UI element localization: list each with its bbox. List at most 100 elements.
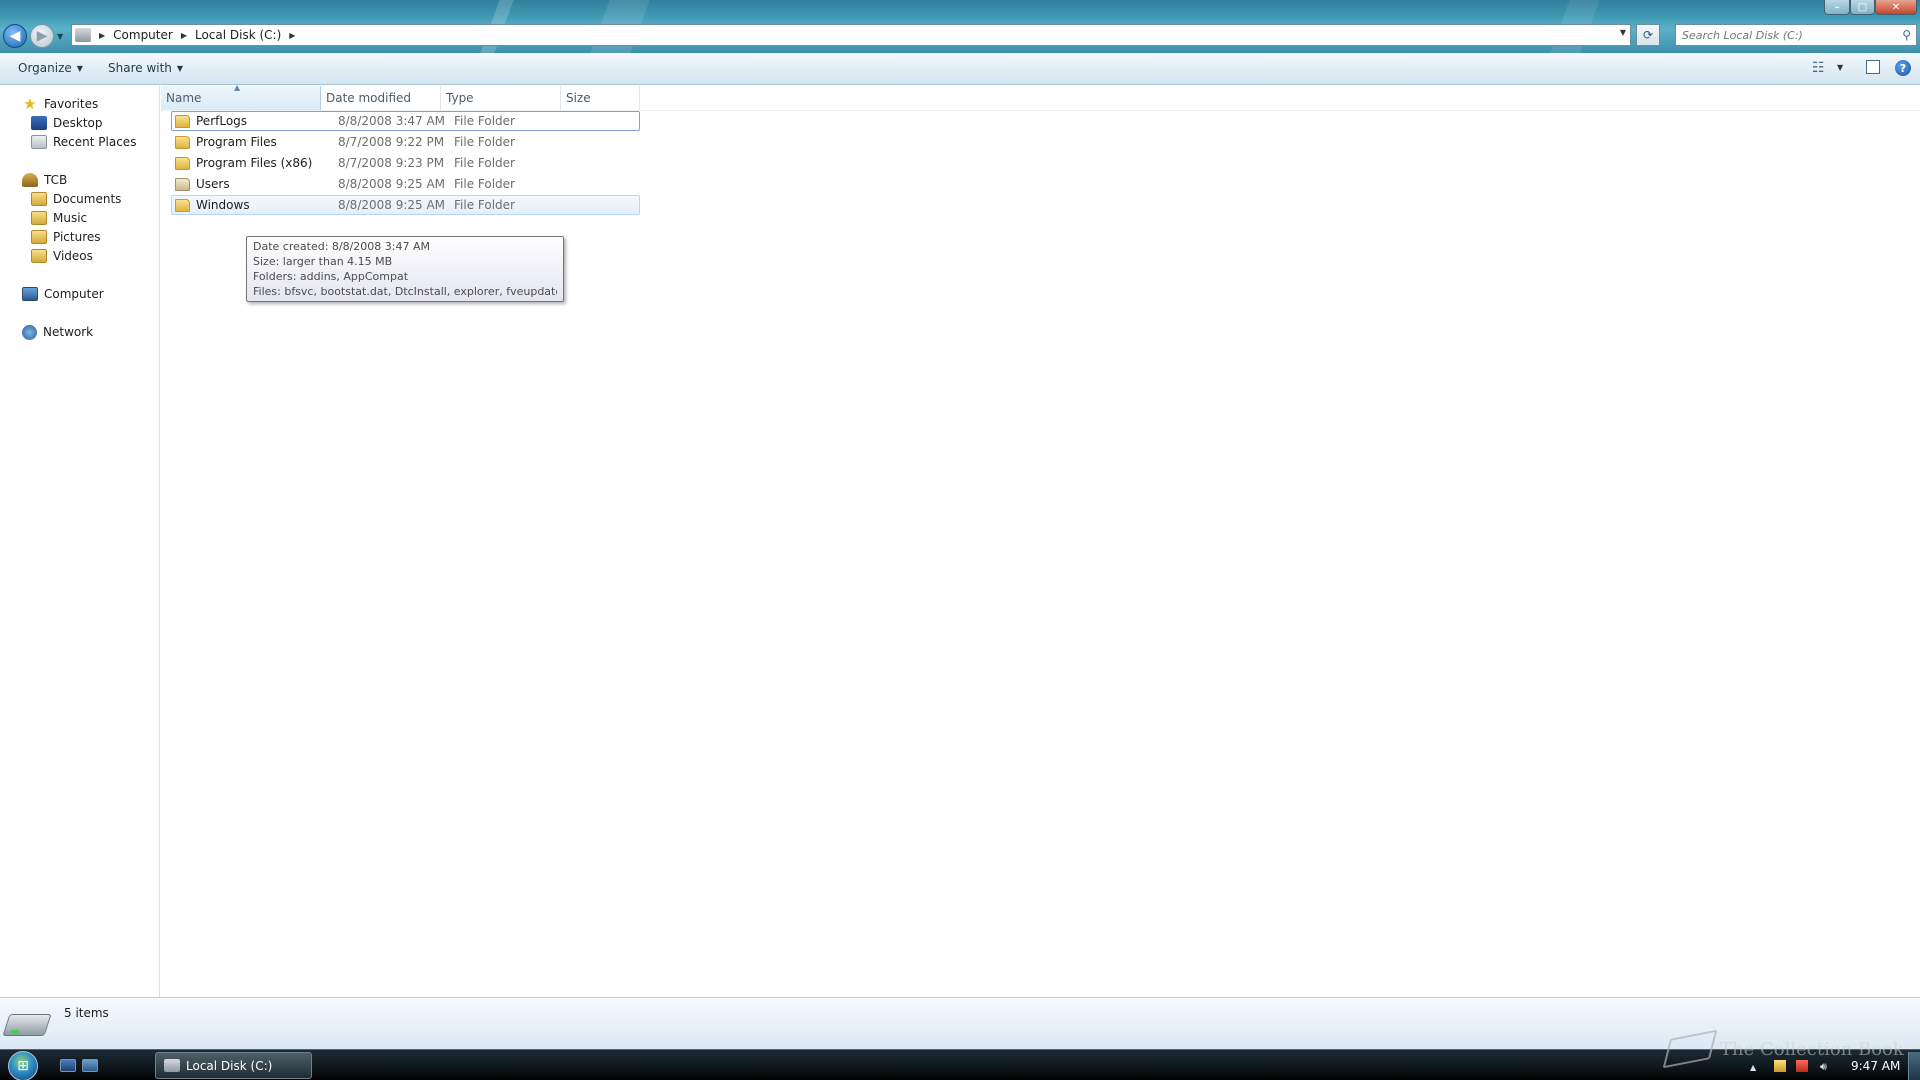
column-header-name[interactable]: ▲ Name bbox=[161, 83, 321, 110]
breadcrumb-chevron-icon[interactable]: ▶ bbox=[99, 31, 105, 40]
drive-icon bbox=[75, 28, 91, 42]
nav-pictures[interactable]: Pictures bbox=[31, 228, 101, 246]
back-button[interactable]: ◀ bbox=[3, 24, 27, 48]
refresh-button[interactable]: ⟳ bbox=[1636, 24, 1660, 46]
nav-network-label: Network bbox=[43, 325, 94, 339]
folder-icon bbox=[175, 114, 190, 128]
item-count: 5 items bbox=[64, 1006, 109, 1020]
drive-icon bbox=[164, 1059, 180, 1072]
file-name: Program Files (x86) bbox=[196, 156, 313, 170]
recent-pages-dropdown[interactable]: ▼ bbox=[57, 32, 63, 41]
tooltip-size: Size: larger than 4.15 MB bbox=[253, 255, 393, 268]
details-pane: 5 items bbox=[0, 997, 1920, 1049]
file-type: File Folder bbox=[454, 156, 515, 170]
nav-recent-places-label: Recent Places bbox=[53, 135, 137, 149]
folder-icon bbox=[175, 135, 190, 149]
file-row-program-files[interactable]: Program Files 8/7/2008 9:22 PM File Fold… bbox=[171, 132, 640, 152]
forward-arrow-icon: ▶ bbox=[36, 28, 48, 44]
users-folder-icon bbox=[175, 177, 190, 191]
computer-icon bbox=[22, 287, 38, 301]
views-dropdown-icon[interactable]: ▼ bbox=[1837, 63, 1843, 72]
forward-button[interactable]: ▶ bbox=[30, 24, 54, 48]
breadcrumb-chevron-icon[interactable]: ▶ bbox=[181, 31, 187, 40]
file-row-program-files-x86[interactable]: Program Files (x86) 8/7/2008 9:23 PM Fil… bbox=[171, 153, 640, 173]
organize-button[interactable]: Organize ▼ bbox=[18, 61, 83, 75]
file-list: ▲ Name Date modified Type Size PerfLogs … bbox=[161, 83, 1920, 997]
nav-user-tcb[interactable]: TCB bbox=[22, 171, 67, 189]
start-button[interactable]: ⊞ bbox=[8, 1051, 38, 1080]
nav-computer[interactable]: Computer bbox=[22, 285, 104, 303]
nav-favorites-label: Favorites bbox=[44, 97, 99, 111]
maximize-button[interactable]: □ bbox=[1850, 0, 1875, 15]
nav-desktop[interactable]: Desktop bbox=[31, 114, 103, 132]
command-bar: Organize ▼ Share with ▼ ☷ ▼ ? bbox=[0, 53, 1920, 85]
navigation-pane: ★ Favorites Desktop Recent Places TCB Do… bbox=[0, 86, 160, 997]
nav-videos-label: Videos bbox=[53, 249, 93, 263]
column-header-size[interactable]: Size bbox=[561, 86, 640, 110]
nav-documents[interactable]: Documents bbox=[31, 190, 121, 208]
file-name: Users bbox=[196, 177, 230, 191]
nav-documents-label: Documents bbox=[53, 192, 122, 206]
documents-icon bbox=[31, 192, 47, 206]
file-date-modified: 8/7/2008 9:23 PM bbox=[338, 156, 445, 170]
file-type: File Folder bbox=[454, 114, 515, 128]
file-row-windows[interactable]: Windows 8/8/2008 9:25 AM File Folder bbox=[171, 195, 640, 215]
star-icon: ★ bbox=[23, 95, 37, 113]
desktop-icon bbox=[31, 116, 47, 130]
breadcrumb-chevron-icon[interactable]: ▶ bbox=[289, 31, 295, 40]
search-box[interactable]: ⚲ bbox=[1675, 24, 1917, 46]
nav-computer-label: Computer bbox=[44, 287, 104, 301]
nav-recent-places[interactable]: Recent Places bbox=[31, 133, 136, 151]
search-input[interactable] bbox=[1682, 28, 1892, 42]
network-icon bbox=[22, 324, 37, 340]
chevron-down-icon: ▼ bbox=[76, 63, 83, 73]
videos-icon bbox=[31, 249, 47, 263]
preview-pane-icon[interactable] bbox=[1866, 60, 1880, 74]
folder-info-tooltip: Date created: 8/8/2008 3:47 AM Size: lar… bbox=[246, 236, 564, 302]
breadcrumb-local-disk[interactable]: Local Disk (C:) bbox=[195, 28, 281, 42]
file-date-modified: 8/7/2008 9:22 PM bbox=[338, 135, 445, 149]
nav-music-label: Music bbox=[53, 211, 88, 225]
views-icon[interactable]: ☷ bbox=[1812, 60, 1825, 76]
taskbar-button-local-disk[interactable]: Local Disk (C:) bbox=[155, 1052, 312, 1079]
column-header-date-modified[interactable]: Date modified bbox=[321, 86, 441, 110]
file-row-users[interactable]: Users 8/8/2008 9:25 AM File Folder bbox=[171, 174, 640, 194]
tooltip-folders: Folders: addins, AppCompat bbox=[253, 270, 409, 283]
show-desktop-button[interactable] bbox=[1908, 1052, 1920, 1080]
switch-windows-icon[interactable] bbox=[82, 1059, 98, 1072]
help-icon[interactable]: ? bbox=[1895, 60, 1911, 76]
breadcrumb-computer[interactable]: Computer bbox=[113, 28, 173, 42]
column-header-name-label: Name bbox=[166, 91, 202, 105]
file-type: File Folder bbox=[454, 177, 515, 191]
tooltip-files: Files: bfsvc, bootstat.dat, DtcInstall, … bbox=[253, 285, 557, 298]
column-header-type-label: Type bbox=[446, 91, 474, 105]
show-desktop-quicklaunch-icon[interactable] bbox=[60, 1059, 76, 1072]
nav-favorites[interactable]: ★ Favorites bbox=[22, 95, 98, 113]
minimize-button[interactable]: – bbox=[1824, 0, 1850, 15]
address-bar[interactable]: ▶ Computer ▶ Local Disk (C:) ▶ ▼ bbox=[71, 24, 1631, 46]
taskbar: ⊞ Local Disk (C:) ▲ 🔊︎ 9:47 AM bbox=[0, 1049, 1920, 1080]
watermark: The Collection Book bbox=[1662, 1029, 1904, 1069]
file-date-modified: 8/8/2008 3:47 AM bbox=[338, 114, 446, 128]
folder-icon bbox=[175, 198, 190, 212]
search-icon[interactable]: ⚲ bbox=[1902, 28, 1911, 42]
column-header-type[interactable]: Type bbox=[441, 86, 561, 110]
chevron-down-icon: ▼ bbox=[176, 63, 184, 73]
title-bar: – □ ✕ ◀ ▶ ▼ ▶ Computer ▶ Local Disk (C:)… bbox=[0, 0, 1920, 53]
address-dropdown-icon[interactable]: ▼ bbox=[1620, 28, 1626, 37]
tray-expand-icon[interactable]: ▲ bbox=[1750, 1063, 1756, 1072]
file-type: File Folder bbox=[454, 135, 515, 149]
nav-videos[interactable]: Videos bbox=[31, 247, 93, 265]
file-date-modified: 8/8/2008 9:25 AM bbox=[338, 177, 446, 191]
file-row-perflogs[interactable]: PerfLogs 8/8/2008 3:47 AM File Folder bbox=[171, 111, 640, 131]
nav-network[interactable]: Network bbox=[22, 323, 93, 341]
share-with-button[interactable]: Share with ▼ bbox=[108, 61, 183, 75]
file-name: Windows bbox=[196, 198, 250, 212]
nav-music[interactable]: Music bbox=[31, 209, 87, 227]
sort-ascending-icon: ▲ bbox=[234, 83, 241, 92]
back-arrow-icon: ◀ bbox=[9, 28, 21, 44]
nav-pictures-label: Pictures bbox=[53, 230, 101, 244]
close-button[interactable]: ✕ bbox=[1875, 0, 1917, 15]
share-label: Share with bbox=[108, 61, 172, 75]
file-name: PerfLogs bbox=[196, 114, 248, 128]
